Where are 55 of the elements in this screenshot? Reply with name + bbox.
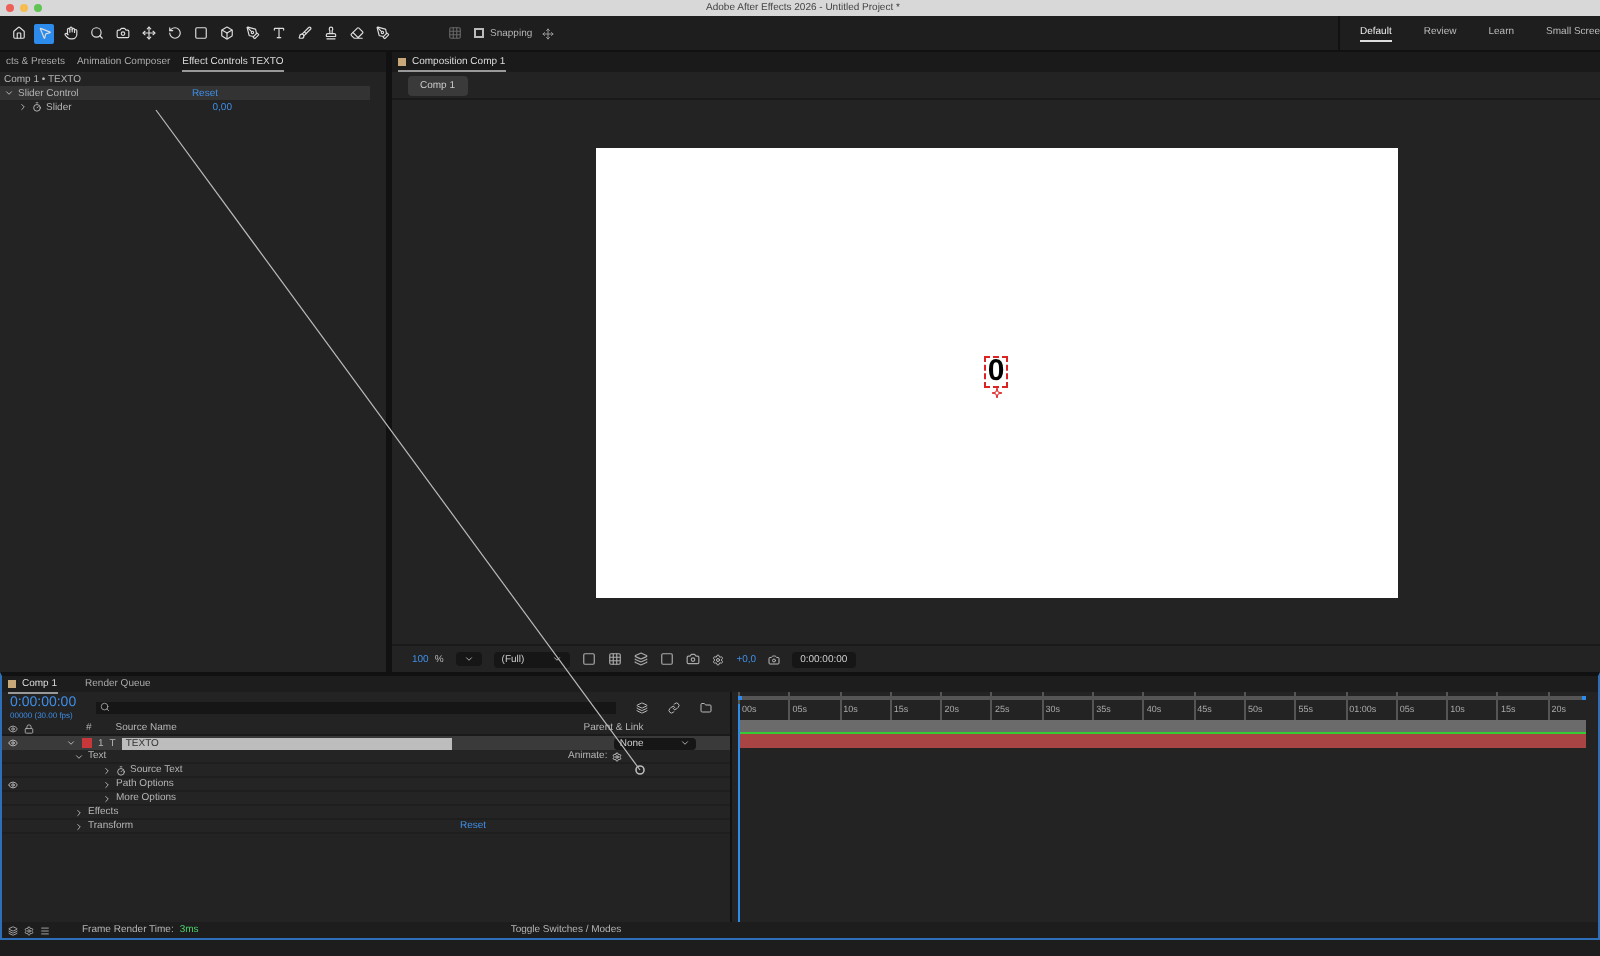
chevron-right-icon[interactable] xyxy=(18,102,28,112)
caret-icon xyxy=(679,738,690,748)
layers-icon[interactable] xyxy=(636,701,649,713)
chevron-right-icon[interactable] xyxy=(102,779,112,789)
chevron-right-icon[interactable] xyxy=(102,793,112,803)
stamp-tool[interactable] xyxy=(320,23,340,43)
rectangle-tool[interactable] xyxy=(190,23,210,43)
eye-icon[interactable] xyxy=(8,738,18,748)
chevron-right-icon[interactable] xyxy=(74,807,84,817)
folder-icon[interactable] xyxy=(700,701,713,713)
rotate-tool[interactable] xyxy=(164,23,184,43)
stopwatch-icon[interactable] xyxy=(32,102,42,112)
menu-icon[interactable] xyxy=(40,925,50,935)
type-tool[interactable] xyxy=(268,23,288,43)
square-icon[interactable] xyxy=(660,652,675,666)
puppet-pin-tool[interactable] xyxy=(372,23,392,43)
grid-icon[interactable] xyxy=(608,652,623,666)
home-tool[interactable] xyxy=(8,23,28,43)
brush-tool[interactable] xyxy=(294,23,314,43)
link-icon[interactable] xyxy=(668,701,681,713)
axis-tool[interactable] xyxy=(444,23,464,43)
chevron-right-icon[interactable] xyxy=(102,765,112,775)
stopwatch-icon[interactable] xyxy=(116,765,126,775)
search-field[interactable] xyxy=(96,701,617,713)
snapping-checkbox[interactable] xyxy=(474,28,484,38)
chevron-right-icon[interactable] xyxy=(74,821,84,831)
layers-icon[interactable] xyxy=(634,652,649,666)
caret-icon xyxy=(552,654,563,664)
camera-icon[interactable] xyxy=(768,653,781,665)
settings-icon[interactable] xyxy=(712,653,725,665)
cube-tool[interactable] xyxy=(216,23,236,43)
pen-tool[interactable] xyxy=(242,23,262,43)
label-color-swatch[interactable] xyxy=(82,738,92,748)
layers-icon[interactable] xyxy=(8,925,18,935)
search-icon xyxy=(100,702,111,712)
eraser-tool[interactable] xyxy=(346,23,366,43)
chevron-down-icon[interactable] xyxy=(74,751,84,761)
pointer-tool[interactable] xyxy=(34,23,54,43)
canvas-text[interactable]: 0 xyxy=(985,358,1007,386)
animate-icon[interactable] xyxy=(611,751,622,761)
anchor-point-icon xyxy=(991,388,1001,398)
layer-duration-bar[interactable] xyxy=(738,720,1586,734)
eye-icon[interactable] xyxy=(8,779,18,789)
snapshot-icon[interactable] xyxy=(686,652,701,666)
chevron-down-icon[interactable] xyxy=(4,88,14,98)
eye-icon[interactable] xyxy=(8,723,18,733)
region-icon[interactable] xyxy=(582,652,597,666)
caret-icon xyxy=(463,654,474,664)
move-tool[interactable] xyxy=(138,23,158,43)
hand-tool[interactable] xyxy=(60,23,80,43)
chevron-down-icon[interactable] xyxy=(66,738,76,748)
lock-icon[interactable] xyxy=(24,723,34,733)
settings-icon[interactable] xyxy=(24,925,34,935)
zoom-tool[interactable] xyxy=(86,23,106,43)
camera-tool[interactable] xyxy=(112,23,132,43)
